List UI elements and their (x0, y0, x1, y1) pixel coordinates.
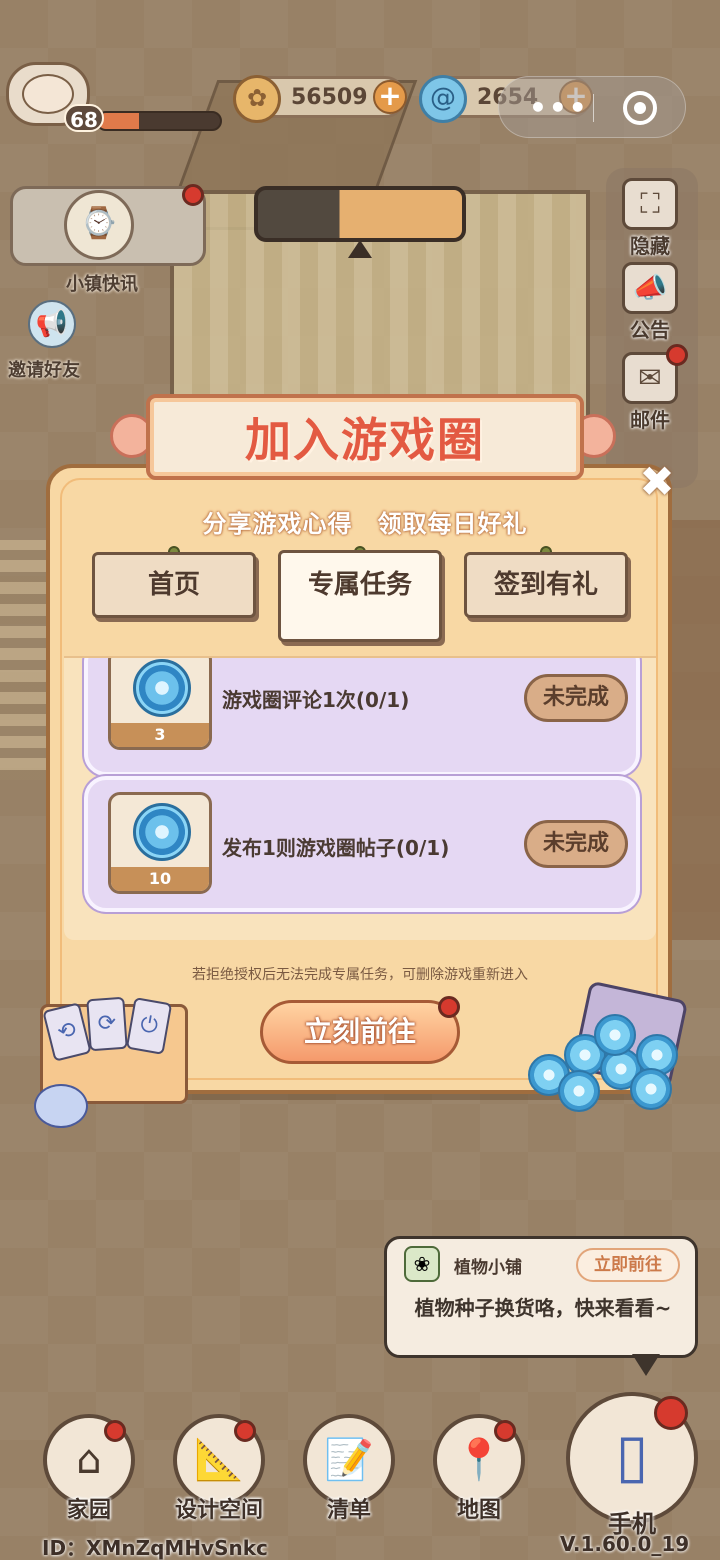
tooltip-title: 植物小铺 (454, 1258, 522, 1278)
reward-box: 10 (108, 792, 212, 894)
swirl-gem-icon: @ (419, 75, 467, 123)
reward-box: 3 (108, 658, 212, 750)
authorization-note: 若拒绝授权后无法完成专属任务，可删除游戏重新进入 (192, 967, 528, 983)
capsule-divider (593, 94, 594, 122)
nav-home-label: 家园 (66, 1498, 111, 1523)
tooltip-go-button[interactable]: 立即前往 (576, 1248, 680, 1282)
reward-count: 10 (111, 867, 209, 891)
bow-icon (34, 1084, 88, 1128)
more-menu-button[interactable]: ••• (529, 91, 589, 124)
coin-icon: ✿ (233, 75, 281, 123)
swirl-ball-icon (558, 1070, 600, 1112)
task-status-button[interactable]: 未完成 (524, 674, 628, 722)
sheep-avatar-icon (22, 74, 74, 114)
nav-home[interactable]: ⌂ 家园 (34, 1414, 144, 1524)
hide-button[interactable]: ⛶ 隐藏 (610, 178, 690, 259)
nav-map-label: 地图 (456, 1498, 501, 1523)
nav-list-label: 清单 (326, 1498, 371, 1523)
swirl-pile-icon (528, 1004, 688, 1114)
frame-corners-icon: ⛶ (622, 178, 678, 230)
design-notification-dot (234, 1420, 256, 1442)
invite-label[interactable]: 邀请好友 (8, 356, 80, 382)
add-coins-button[interactable]: + (373, 80, 407, 114)
task-description: 游戏圈评论1次(0/1) (222, 688, 410, 712)
megaphone-announce-icon: 📣 (622, 262, 678, 314)
home-notification-dot (104, 1420, 126, 1442)
swirl-gem-icon (133, 803, 191, 861)
nav-list[interactable]: 📝 清单 (294, 1414, 404, 1524)
task-card: 10 发布1则游戏圈帖子(0/1) 未完成 (84, 776, 640, 912)
modal-subtitle: 分享游戏心得 领取每日好礼 (202, 510, 528, 538)
swirl-gem-icon (133, 659, 191, 717)
news-label: 小镇快讯 (66, 274, 138, 295)
reward-count: 3 (111, 723, 209, 747)
task-list[interactable]: 3 游戏圈评论1次(0/1) 未完成 10 发布1则游戏圈帖子(0/1) 未完成 (64, 656, 656, 940)
coin-counter: ✿ 56509 + (233, 75, 407, 123)
task-status-button[interactable]: 未完成 (524, 820, 628, 868)
news-notification-dot (182, 184, 204, 206)
gift-cards: ⟲ ⟳ ⏻ (42, 990, 178, 1062)
tab-checkin-gifts[interactable]: 签到有礼 (464, 552, 628, 618)
map-notification-dot (494, 1420, 516, 1442)
clock-icon: ⌚ (64, 190, 134, 260)
miniprogram-capsule: ••• (498, 76, 686, 138)
version-text: V.1.60.0_19 (560, 1532, 690, 1556)
announcement-label: 公告 (630, 318, 670, 342)
tab-home[interactable]: 首页 (92, 552, 256, 618)
tooltip-body: 植物种子换货咯，快来看看~ (414, 1296, 672, 1320)
card-icon: ⟳ (86, 996, 128, 1052)
nav-design-space[interactable]: 📐 设计空间 (164, 1414, 274, 1524)
day-night-pointer (348, 240, 372, 258)
nav-design-label: 设计空间 (174, 1498, 263, 1523)
nav-map[interactable]: 📍 地图 (424, 1414, 534, 1524)
go-now-button[interactable]: 立刻前往 (260, 1000, 460, 1064)
swirl-ball-icon (594, 1014, 636, 1056)
swirl-ball-icon (630, 1068, 672, 1110)
mail-label: 邮件 (630, 408, 670, 432)
xp-fill (98, 113, 140, 129)
announcement-button[interactable]: 📣 公告 (610, 262, 690, 343)
tab-exclusive-tasks[interactable]: 专属任务 (278, 550, 442, 642)
task-description: 发布1则游戏圈帖子(0/1) (222, 836, 450, 860)
coin-value: 56509 (291, 85, 368, 110)
xp-bar (96, 111, 222, 131)
tooltip-tail (632, 1354, 660, 1376)
plant-sprout-icon: ❀ (404, 1246, 440, 1282)
close-miniprogram-icon[interactable] (623, 91, 657, 125)
day-night-indicator (254, 186, 466, 242)
close-icon[interactable]: ✖ (636, 461, 678, 504)
hide-label: 隐藏 (630, 234, 670, 258)
modal-title: 加入游戏圈 (245, 413, 485, 467)
player-id: ID：XMnZqMHvSnkc (42, 1536, 268, 1560)
task-card: 3 游戏圈评论1次(0/1) 未完成 (84, 658, 640, 776)
phone-notification-dot (654, 1396, 688, 1430)
level-badge: 68 (64, 104, 104, 132)
megaphone-icon[interactable]: 📢 (28, 300, 76, 348)
go-notification-dot (438, 996, 460, 1018)
mail-notification-dot (666, 344, 688, 366)
card-icon: ⏻ (125, 997, 173, 1055)
